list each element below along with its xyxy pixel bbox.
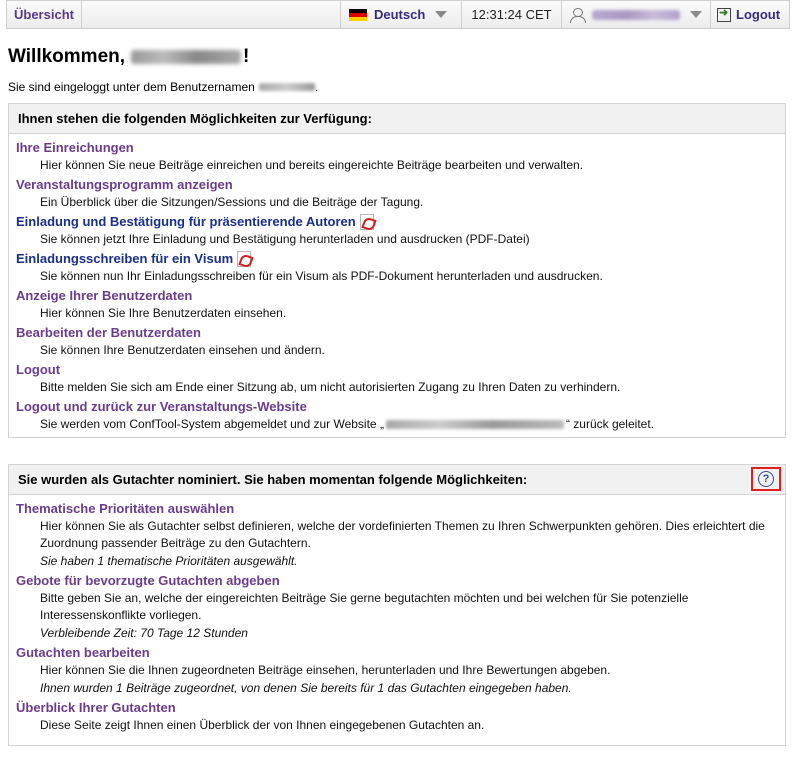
user-menu[interactable] [562,1,711,28]
item-description: Hier können Sie Ihre Benutzerdaten einse… [40,306,287,320]
logout-link[interactable]: Logout [16,361,785,379]
list-item: Anzeige Ihrer Benutzerdaten Hier können … [16,287,785,322]
options-panel: Ihnen stehen die folgenden Möglichkeiten… [8,103,786,438]
page-title: Willkommen, ! [8,46,249,68]
login-text: Sie sind eingeloggt unter dem Benutzerna… [8,80,255,94]
reviewer-list: Thematische Prioritäten auswählen Hier k… [9,495,785,734]
list-item: Ihre Einreichungen Hier können Sie neue … [16,139,785,174]
options-heading-text: Ihnen stehen die folgenden Möglichkeiten… [18,111,372,126]
visa-letter-link[interactable]: Einladungsschreiben für ein Visum [16,250,785,268]
item-status-note: Sie haben 1 thematische Prioritäten ausg… [40,554,298,568]
list-item: Überblick Ihrer Gutachten Diese Seite ze… [16,699,785,734]
list-item: Logout Bitte melden Sie sich am Ende ein… [16,361,785,396]
list-item: Gutachten bearbeiten Hier können Sie die… [16,644,785,697]
program-link[interactable]: Veranstaltungsprogramm anzeigen [16,176,785,194]
reviewer-heading-text: Sie wurden als Gutachter nominiert. Sie … [18,472,528,487]
redacted-user-name [592,9,680,20]
chevron-down-icon [435,11,448,18]
options-list: Ihre Einreichungen Hier können Sie neue … [9,134,785,433]
invitation-link[interactable]: Einladung und Bestätigung für präsentier… [16,213,785,231]
list-item: Gebote für bevorzugte Gutachten abgeben … [16,572,785,642]
list-item: Einladungsschreiben für ein Visum Sie kö… [16,250,785,285]
chevron-down-icon [690,11,702,18]
list-item: Thematische Prioritäten auswählen Hier k… [16,500,785,570]
logout-return-link[interactable]: Logout und zurück zur Veranstaltungs-Web… [16,398,785,416]
view-user-data-link[interactable]: Anzeige Ihrer Benutzerdaten [16,287,785,305]
pdf-icon [237,251,252,267]
reviewer-panel: Sie wurden als Gutachter nominiert. Sie … [8,464,786,746]
invitation-link-label: Einladung und Bestätigung für präsentier… [16,214,356,229]
item-description: Hier können Sie die Ihnen zugeordneten B… [40,663,611,677]
desc-suffix: “ zurück geleitet. [565,417,654,431]
login-info: Sie sind eingeloggt unter dem Benutzerna… [8,80,319,94]
welcome-suffix: ! [243,46,250,67]
item-status-note: Verbleibende Zeit: 70 Tage 12 Stunden [40,626,248,640]
list-item: Logout und zurück zur Veranstaltungs-Web… [16,398,785,433]
submissions-link[interactable]: Ihre Einreichungen [16,139,785,157]
desc-prefix: Sie werden vom ConfTool-System abgemelde… [40,417,384,431]
reviews-overview-link[interactable]: Überblick Ihrer Gutachten [16,699,785,717]
redacted-full-name [131,50,242,64]
item-description: Hier können Sie neue Beiträge einreichen… [40,158,584,172]
edit-user-data-link[interactable]: Bearbeiten der Benutzerdaten [16,324,785,342]
overview-link[interactable]: Übersicht [7,1,82,28]
language-select[interactable]: Deutsch [341,1,462,28]
user-icon [570,7,586,23]
help-button[interactable]: ? [751,467,781,491]
item-status-note: Ihnen wurden 1 Beiträge zugeordnet, von … [40,681,572,695]
topic-priorities-link[interactable]: Thematische Prioritäten auswählen [16,500,785,518]
edit-reviews-link[interactable]: Gutachten bearbeiten [16,644,785,662]
item-description: Diese Seite zeigt Ihnen einen Überblick … [40,718,485,732]
item-description: Bitte geben Sie an, welche der eingereic… [40,591,689,622]
list-item: Bearbeiten der Benutzerdaten Sie können … [16,324,785,359]
logout-icon [717,6,731,22]
welcome-prefix: Willkommen, [8,46,126,67]
item-description: Ein Überblick über die Sitzungen/Session… [40,195,424,209]
language-label: Deutsch [374,7,426,22]
logout-button[interactable]: Logout [711,1,789,28]
overview-label: Übersicht [14,7,74,22]
redacted-website-name [385,420,564,430]
bidding-link[interactable]: Gebote für bevorzugte Gutachten abgeben [16,572,785,590]
reviewer-panel-heading: Sie wurden als Gutachter nominiert. Sie … [9,465,785,495]
logout-label: Logout [736,7,781,22]
pdf-icon [359,214,374,230]
item-description: Sie werden vom ConfTool-System abgemelde… [16,416,785,433]
top-navigation-bar: Übersicht Deutsch 12:31:24 CET Logout [6,0,790,29]
german-flag-icon [349,8,367,21]
item-description: Sie können jetzt Ihre Einladung und Best… [40,232,530,246]
server-time: 12:31:24 CET [462,1,562,28]
list-item: Veranstaltungsprogramm anzeigen Ein Über… [16,176,785,211]
redacted-username [258,83,315,91]
time-label: 12:31:24 CET [471,7,552,22]
item-description: Hier können Sie als Gutachter selbst def… [40,519,765,550]
visa-link-label: Einladungsschreiben für ein Visum [16,251,234,266]
options-panel-heading: Ihnen stehen die folgenden Möglichkeiten… [9,104,785,134]
list-item: Einladung und Bestätigung für präsentier… [16,213,785,248]
item-description: Bitte melden Sie sich am Ende einer Sitz… [40,380,621,394]
topbar-spacer [82,1,341,28]
help-icon: ? [758,471,774,487]
item-description: Sie können nun Ihr Einladungsschreiben f… [40,269,603,283]
item-description: Sie können Ihre Benutzerdaten einsehen u… [40,343,325,357]
